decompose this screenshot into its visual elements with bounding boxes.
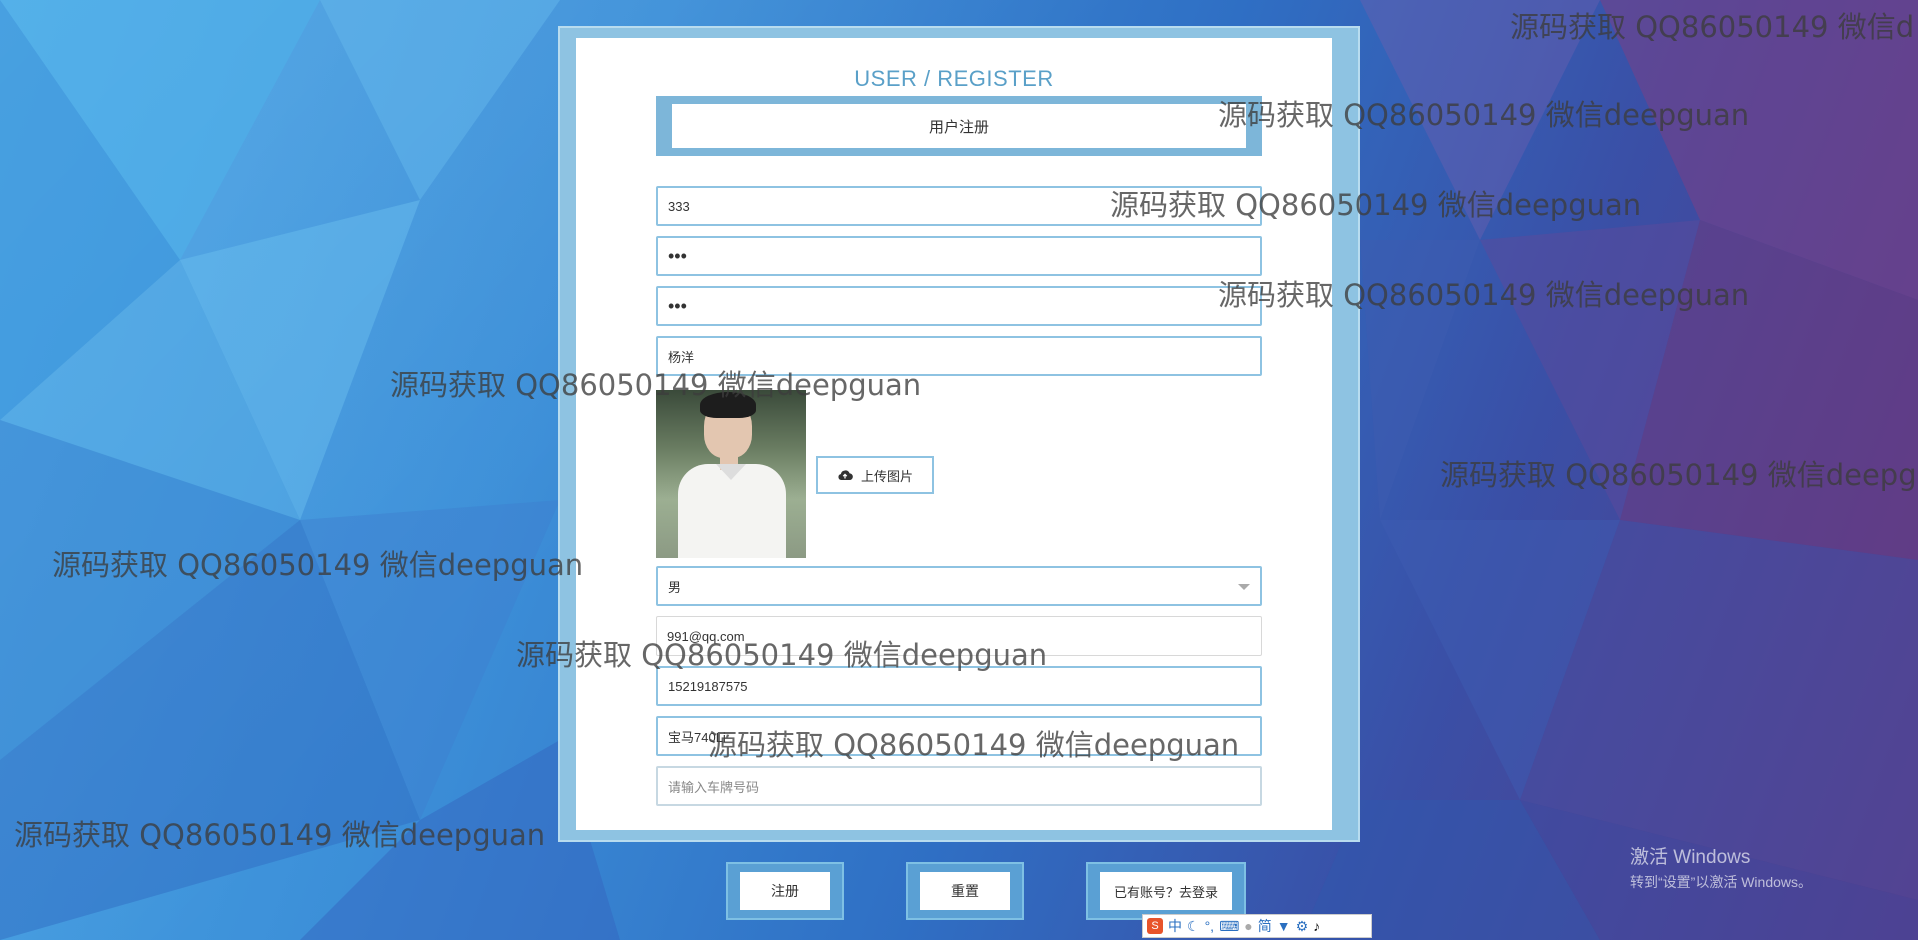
email-input[interactable]: 991@qq.com bbox=[656, 616, 1262, 656]
ime-simplified-toggle[interactable]: 简 bbox=[1258, 916, 1272, 936]
shirt-icon[interactable]: ▼ bbox=[1277, 918, 1291, 934]
cloud-upload-icon bbox=[838, 470, 853, 481]
activate-subtitle: 转到“设置”以激活 Windows。 bbox=[1630, 874, 1813, 890]
user-icon[interactable]: ● bbox=[1244, 918, 1252, 934]
phone-input[interactable]: 15219187575 bbox=[656, 666, 1262, 706]
register-form: USER / REGISTER 用户注册 333 ••• ••• 杨洋 上传图片… bbox=[576, 38, 1332, 830]
gender-value: 男 bbox=[668, 579, 682, 595]
ime-logo-icon: S bbox=[1147, 918, 1163, 934]
car-model-input[interactable]: 宝马740Li bbox=[656, 716, 1262, 756]
avatar-image bbox=[656, 390, 806, 558]
ime-toolbar[interactable]: S 中 ☾ °, ⌨ ● 简 ▼ ⚙ ♪ bbox=[1142, 914, 1372, 938]
ime-mode-toggle[interactable]: 中 bbox=[1168, 916, 1182, 936]
register-panel: USER / REGISTER 用户注册 333 ••• ••• 杨洋 上传图片… bbox=[558, 26, 1360, 842]
register-button[interactable]: 注册 bbox=[740, 872, 830, 910]
password-input[interactable]: ••• bbox=[656, 236, 1262, 276]
form-header: 用户注册 bbox=[656, 96, 1262, 156]
activate-title: 激活 Windows bbox=[1630, 847, 1751, 868]
gear-icon[interactable]: ⚙ bbox=[1296, 918, 1309, 935]
name-input[interactable]: 杨洋 bbox=[656, 336, 1262, 376]
login-link-frame: 已有账号？去登录 bbox=[1086, 862, 1246, 920]
music-icon[interactable]: ♪ bbox=[1313, 918, 1320, 934]
reset-button[interactable]: 重置 bbox=[920, 872, 1010, 910]
upload-image-label: 上传图片 bbox=[860, 468, 913, 484]
username-input[interactable]: 333 bbox=[656, 186, 1262, 226]
go-login-button[interactable]: 已有账号？去登录 bbox=[1100, 872, 1232, 910]
keyboard-icon[interactable]: ⌨ bbox=[1219, 918, 1239, 935]
plate-number-input[interactable]: 请输入车牌号码 bbox=[656, 766, 1262, 806]
upload-image-button[interactable]: 上传图片 bbox=[816, 456, 934, 494]
chevron-down-icon bbox=[1238, 584, 1250, 590]
gender-select[interactable]: 男 bbox=[656, 566, 1262, 606]
form-header-label: 用户注册 bbox=[672, 104, 1246, 148]
punctuation-icon[interactable]: °, bbox=[1205, 918, 1215, 934]
confirm-password-input[interactable]: ••• bbox=[656, 286, 1262, 326]
reset-button-frame: 重置 bbox=[906, 862, 1024, 920]
windows-activation-notice: 激活 Windows 转到“设置”以激活 Windows。 bbox=[1630, 842, 1812, 892]
page-title: USER / REGISTER bbox=[854, 66, 1054, 91]
moon-icon[interactable]: ☾ bbox=[1187, 918, 1200, 935]
register-button-frame: 注册 bbox=[726, 862, 844, 920]
